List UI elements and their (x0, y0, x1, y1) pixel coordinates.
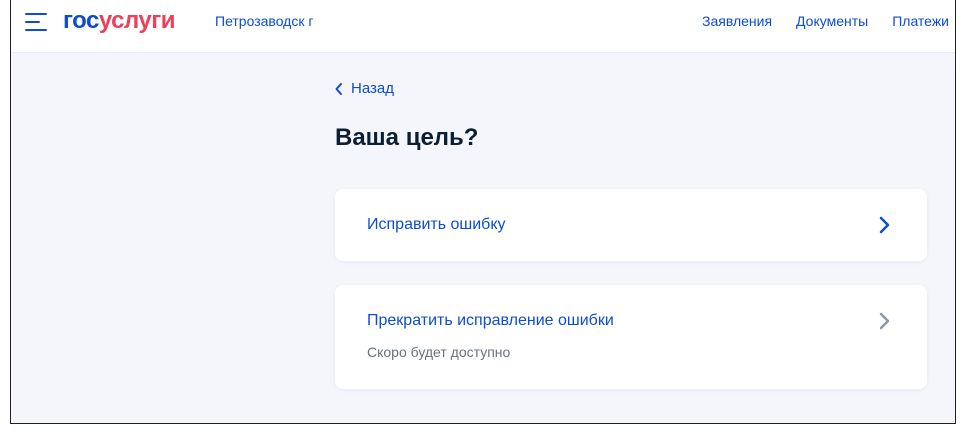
option-fix-error[interactable]: Исправить ошибку (335, 189, 927, 261)
chevron-left-icon (335, 82, 342, 95)
logo-part-gos: гос (63, 7, 99, 34)
back-label: Назад (351, 80, 394, 97)
nav-link-documents[interactable]: Документы (796, 13, 868, 29)
nav-link-payments[interactable]: Платежи (892, 13, 949, 29)
option-status-text: Скоро будет доступно (367, 344, 511, 360)
back-link[interactable]: Назад (335, 80, 394, 97)
option-label: Прекратить исправление ошибки (367, 312, 614, 329)
option-stop-fix-error[interactable]: Прекратить исправление ошибки Скоро буде… (335, 285, 927, 389)
page-frame: госуслуги Петрозаводск г Заявления Докум… (10, 0, 956, 424)
chevron-right-icon (879, 216, 890, 234)
top-header: госуслуги Петрозаводск г Заявления Докум… (11, 0, 955, 52)
gosuslugi-logo[interactable]: госуслуги (63, 6, 176, 36)
chevron-right-icon (879, 312, 890, 330)
option-label: Исправить ошибку (367, 216, 506, 233)
nav-link-applications[interactable]: Заявления (702, 13, 772, 29)
header-nav: Заявления Документы Платежи (702, 13, 949, 29)
menu-icon[interactable] (25, 12, 47, 32)
city-selector[interactable]: Петрозаводск г (215, 13, 313, 29)
page-title: Ваша цель? (335, 124, 479, 151)
logo-part-uslugi: услуги (98, 7, 176, 34)
